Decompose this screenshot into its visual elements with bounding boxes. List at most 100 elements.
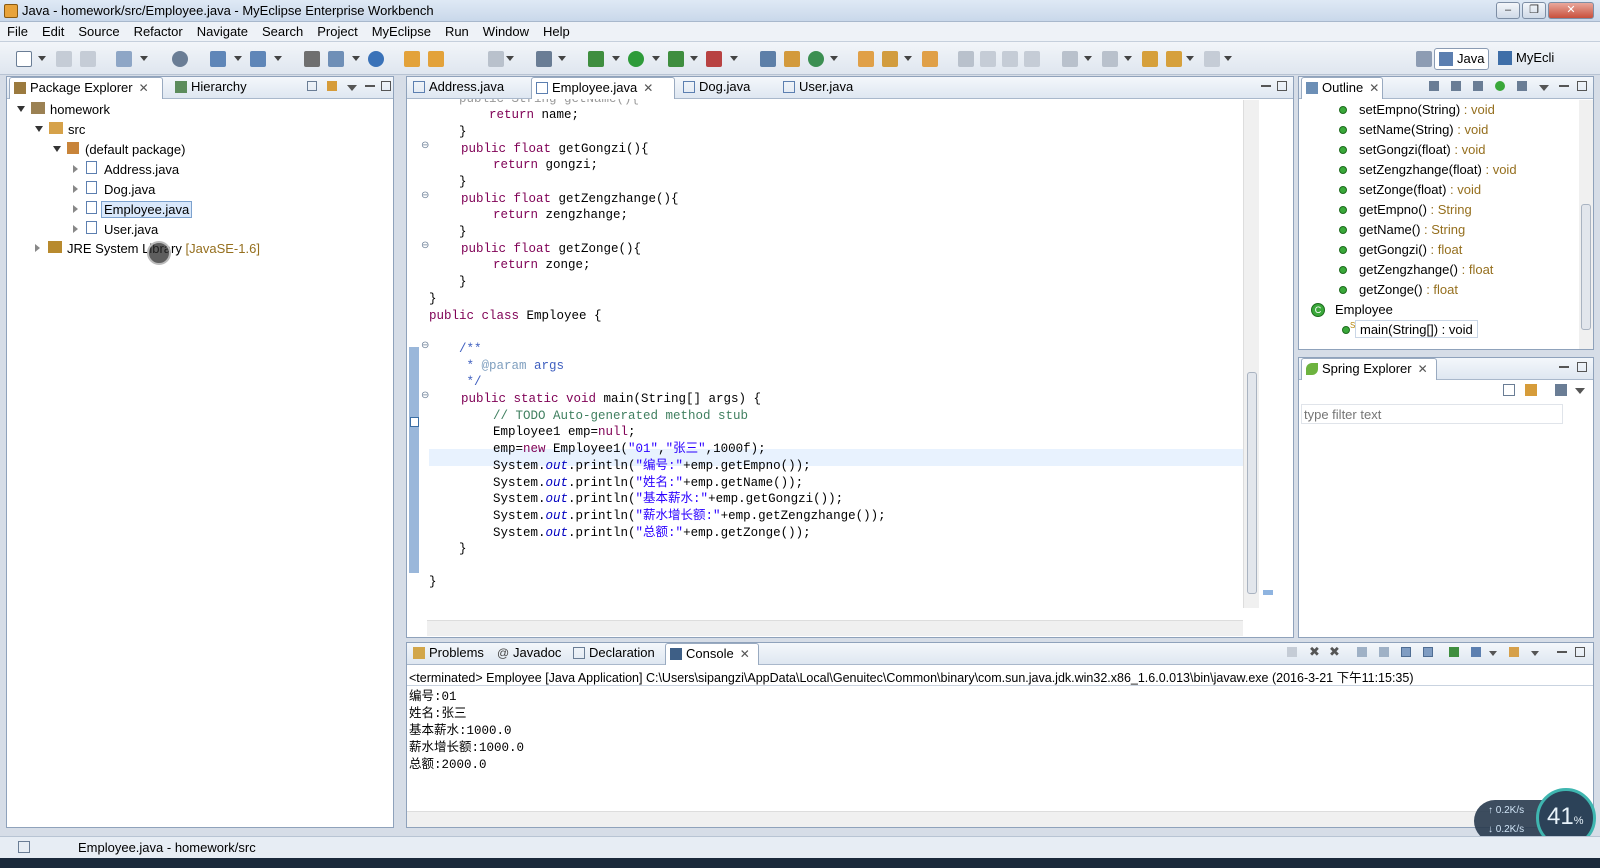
save-icon[interactable] (56, 51, 72, 67)
tab-package-explorer[interactable]: Package Explorer ✕ (9, 77, 163, 99)
expand-arrow-icon[interactable] (35, 126, 43, 132)
remove-launch-icon[interactable]: ✖ (1309, 645, 1320, 658)
myeclipse-perspective-button[interactable]: MyEcli (1494, 48, 1558, 70)
debug-icon[interactable] (588, 51, 604, 67)
terminate-icon[interactable] (1287, 647, 1297, 657)
outline-item[interactable]: setGongzi(float) : void (1339, 141, 1485, 159)
menu-window[interactable]: Window (476, 22, 536, 39)
minimize-view-icon[interactable] (1261, 81, 1271, 87)
tree-item-default-package[interactable]: (default package) (53, 141, 185, 159)
next-annotation-icon[interactable] (1062, 51, 1078, 67)
show-stderr-icon[interactable] (1423, 647, 1433, 657)
coverage-icon[interactable] (668, 51, 684, 67)
overview-marker[interactable] (1263, 590, 1273, 595)
menu-file[interactable]: File (0, 22, 35, 39)
back-icon[interactable] (1166, 51, 1182, 67)
browser-icon[interactable] (368, 51, 384, 67)
search-edit-icon[interactable] (882, 51, 898, 67)
outline-item[interactable]: setZengzhange(float) : void (1339, 161, 1517, 179)
tree-item-file-selected[interactable]: Employee.java (73, 201, 193, 219)
tab-spring-explorer[interactable]: Spring Explorer ✕ (1301, 358, 1437, 380)
forward-icon[interactable] (1204, 51, 1220, 67)
collapsed-arrow-icon[interactable] (73, 185, 78, 193)
close-tab-icon[interactable]: ✕ (1369, 78, 1379, 98)
deploy-dropdown-icon[interactable] (234, 56, 242, 61)
hide-local-types-icon[interactable] (1517, 81, 1527, 91)
new-dropdown-icon[interactable] (38, 56, 46, 61)
minimize-view-icon[interactable] (365, 81, 375, 87)
minimize-view-icon[interactable] (1559, 81, 1569, 87)
editor-vertical-scrollbar[interactable] (1243, 100, 1259, 608)
outline-item[interactable]: getName() : String (1339, 221, 1465, 239)
new-interface-icon[interactable] (808, 51, 824, 67)
fold-icon[interactable]: ⊖ (421, 141, 431, 151)
pin-console-icon[interactable] (1449, 647, 1459, 657)
external-tools-icon[interactable] (706, 51, 722, 67)
coverage-dropdown-icon[interactable] (690, 56, 698, 61)
display-console-dropdown-icon[interactable] (1489, 651, 1497, 656)
sort-icon[interactable] (1555, 384, 1567, 396)
close-window-button[interactable]: ✕ (1548, 2, 1594, 19)
close-tab-icon[interactable]: ✕ (740, 644, 750, 664)
menu-search[interactable]: Search (255, 22, 310, 39)
new-project-dropdown-icon[interactable] (140, 56, 148, 61)
menu-source[interactable]: Source (71, 22, 126, 39)
minimize-view-icon[interactable] (1559, 362, 1569, 368)
scrollbar-thumb[interactable] (1581, 204, 1591, 330)
open-console-icon[interactable] (1509, 647, 1519, 657)
expand-arrow-icon[interactable] (53, 146, 61, 152)
maximize-view-icon[interactable] (1577, 81, 1587, 91)
display-console-icon[interactable] (1471, 647, 1481, 657)
hide-nonpublic-icon[interactable] (1495, 81, 1505, 91)
new-icon[interactable] (16, 51, 32, 67)
last-edit-icon[interactable] (1142, 51, 1158, 67)
hardware-icon[interactable] (536, 51, 552, 67)
image-icon[interactable] (488, 51, 504, 67)
menu-run[interactable]: Run (438, 22, 476, 39)
link-with-editor-icon[interactable] (327, 81, 337, 91)
tab-outline[interactable]: Outline ✕ (1301, 77, 1383, 99)
outline-scrollbar[interactable] (1579, 100, 1593, 349)
menu-navigate[interactable]: Navigate (190, 22, 255, 39)
sort-icon[interactable] (1429, 81, 1439, 91)
tab-problems[interactable]: Problems (409, 643, 491, 665)
task-marker-icon[interactable] (410, 417, 419, 427)
toggle-mark-icon[interactable] (958, 51, 974, 67)
new-folder-icon[interactable] (428, 51, 444, 67)
menu-edit[interactable]: Edit (35, 22, 71, 39)
tree-item-file[interactable]: Address.java (73, 161, 179, 179)
run-dropdown-icon[interactable] (652, 56, 660, 61)
deploy-icon[interactable] (210, 51, 226, 67)
link-with-editor-icon[interactable] (1525, 384, 1537, 396)
open-task-icon[interactable] (328, 51, 344, 67)
tab-declaration[interactable]: Declaration (569, 643, 663, 665)
tree-item-file[interactable]: Dog.java (73, 181, 155, 199)
close-tab-icon[interactable]: ✕ (1418, 359, 1428, 379)
minimize-button[interactable]: – (1496, 2, 1520, 19)
hide-fields-icon[interactable] (1451, 81, 1461, 91)
remove-all-launches-icon[interactable]: ✖ (1329, 645, 1340, 658)
new-interface-dropdown-icon[interactable] (830, 56, 838, 61)
menu-refactor[interactable]: Refactor (127, 22, 190, 39)
server-icon[interactable] (172, 51, 188, 67)
open-perspective-icon[interactable] (1416, 51, 1432, 67)
tab-console[interactable]: Console ✕ (665, 643, 759, 665)
external-tools-dropdown-icon[interactable] (730, 56, 738, 61)
clear-console-icon[interactable] (1357, 647, 1367, 657)
search-dropdown-icon[interactable] (904, 56, 912, 61)
menu-project[interactable]: Project (310, 22, 364, 39)
hardware-dropdown-icon[interactable] (558, 56, 566, 61)
next-annotation-dropdown-icon[interactable] (1084, 56, 1092, 61)
fast-view-icon[interactable] (18, 841, 30, 853)
fold-icon[interactable]: ⊖ (421, 241, 431, 251)
show-whitespace-icon[interactable] (1024, 51, 1040, 67)
filter-input[interactable] (1301, 404, 1563, 424)
outline-item[interactable]: getZonge() : float (1339, 281, 1458, 299)
collapse-all-icon[interactable] (307, 81, 317, 91)
outline-item[interactable]: setEmpno(String) : void (1339, 101, 1495, 119)
view-menu-icon[interactable] (1575, 388, 1585, 394)
console-horizontal-scrollbar[interactable] (407, 811, 1593, 827)
scrollbar-thumb[interactable] (1247, 372, 1257, 594)
tab-javadoc[interactable]: @ Javadoc (493, 643, 567, 665)
menu-help[interactable]: Help (536, 22, 577, 39)
